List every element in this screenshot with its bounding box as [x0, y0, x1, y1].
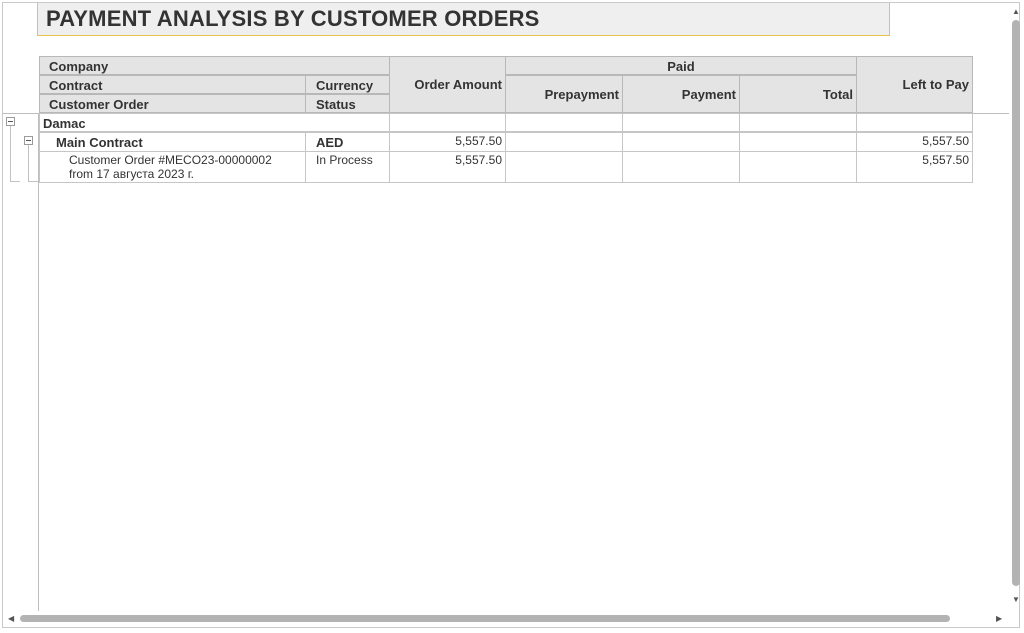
customer-order-cell[interactable]: Customer Order #MECO23-00000002 from 17 … [39, 151, 306, 183]
company-left-to-pay-cell [856, 113, 973, 132]
horizontal-scrollbar[interactable]: ◀ ▶ [8, 613, 1004, 623]
header-contract: Contract [39, 75, 306, 94]
header-company: Company [39, 56, 390, 75]
contract-currency-cell: AED [305, 132, 390, 152]
tree-line [10, 126, 11, 182]
customer-order-amount-cell: 5,557.50 [389, 151, 506, 183]
vertical-scroll-thumb[interactable] [1012, 20, 1020, 586]
collapse-contract-icon[interactable] [24, 136, 33, 145]
customer-order-number: Customer Order #MECO23-00000002 [69, 153, 272, 167]
company-name-cell[interactable]: Damac [39, 113, 390, 132]
report-title-box: PAYMENT ANALYSIS BY CUSTOMER ORDERS [37, 3, 890, 36]
customer-order-date: from 17 августа 2023 г. [69, 167, 194, 181]
header-paid: Paid [505, 56, 857, 75]
contract-name-cell[interactable]: Main Contract [39, 132, 306, 152]
contract-total-cell [739, 132, 857, 152]
scroll-up-arrow-icon[interactable]: ▲ [1012, 8, 1020, 16]
header-status: Status [305, 94, 390, 113]
customer-order-left-to-pay-cell: 5,557.50 [856, 151, 973, 183]
contract-payment-cell [622, 132, 740, 152]
contract-prepayment-cell [505, 132, 623, 152]
header-order-amount: Order Amount [389, 56, 506, 113]
tree-line [10, 181, 20, 182]
customer-order-prepayment-cell [505, 151, 623, 183]
tree-line [28, 181, 38, 182]
company-total-cell [739, 113, 857, 132]
scroll-down-arrow-icon[interactable]: ▼ [1012, 596, 1020, 604]
customer-order-total-cell [739, 151, 857, 183]
contract-order-amount-cell: 5,557.50 [389, 132, 506, 152]
tree-line [28, 145, 29, 182]
header-left-to-pay: Left to Pay [856, 56, 973, 113]
header-total: Total [739, 75, 857, 113]
collapse-company-icon[interactable] [6, 117, 15, 126]
vertical-scrollbar[interactable]: ▲ ▼ [1012, 8, 1020, 604]
row-gutter-line [38, 113, 39, 611]
company-order-amount-cell [389, 113, 506, 132]
header-currency: Currency [305, 75, 390, 94]
scroll-left-arrow-icon[interactable]: ◀ [8, 615, 14, 623]
header-customer-order: Customer Order [39, 94, 306, 113]
report-title: PAYMENT ANALYSIS BY CUSTOMER ORDERS [46, 6, 540, 31]
customer-order-status-cell: In Process [305, 151, 390, 183]
header-payment: Payment [622, 75, 740, 113]
company-prepayment-cell [505, 113, 623, 132]
contract-left-to-pay-cell: 5,557.50 [856, 132, 973, 152]
customer-order-payment-cell [622, 151, 740, 183]
horizontal-scroll-thumb[interactable] [20, 615, 950, 622]
scroll-right-arrow-icon[interactable]: ▶ [996, 615, 1002, 623]
header-prepayment: Prepayment [505, 75, 623, 113]
company-payment-cell [622, 113, 740, 132]
